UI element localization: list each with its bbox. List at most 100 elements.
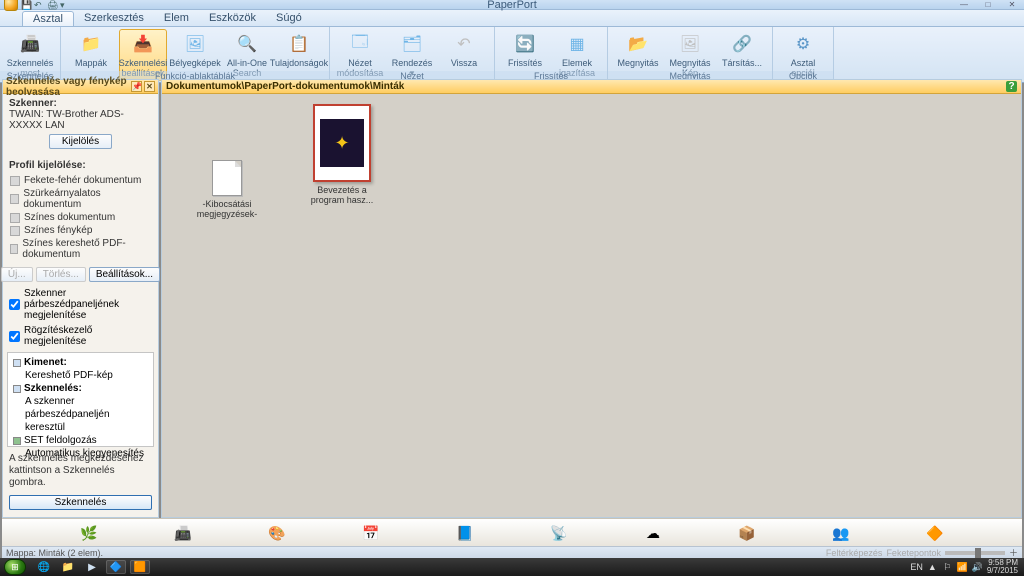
zoom-slider[interactable]	[945, 551, 1005, 555]
profile-icon	[10, 213, 20, 223]
status-label-2: Feketepontok	[886, 548, 941, 558]
tray-network-icon[interactable]: 📶	[957, 562, 968, 573]
scan-instruction: A szkennelés megkezdéséhez kattintson a …	[3, 450, 158, 492]
folders-label: Mappák	[75, 58, 107, 68]
profile-label: Fekete-fehér dokumentum	[24, 175, 141, 186]
refresh-icon: 🔄	[513, 32, 537, 56]
view-edit-icon: 🗔	[348, 32, 372, 56]
calendar-icon[interactable]: 📅	[360, 523, 382, 545]
minimize-button[interactable]: —	[954, 0, 974, 10]
doc1-caption: -Kibocsátási megjegyzések-	[182, 199, 272, 219]
back-label: Vissza	[451, 58, 477, 68]
show-capture-manager-checkbox[interactable]: Rögzítéskezelő megjelenítése	[3, 323, 158, 349]
box-icon[interactable]: 📦	[736, 523, 758, 545]
thumbnails-icon: 🖼	[183, 32, 207, 56]
note-icon[interactable]: 📘	[454, 523, 476, 545]
tray-date: 9/7/2015	[987, 567, 1018, 575]
chk2-input[interactable]	[9, 331, 20, 342]
output-value: Kereshető PDF-kép	[13, 369, 148, 382]
new-profile-button[interactable]: Új...	[1, 267, 33, 282]
profile-icon	[10, 176, 20, 186]
doc2-caption: Bevezetés a program hasz...	[302, 185, 382, 205]
profile-item[interactable]: Színes dokumentum	[7, 211, 154, 224]
tray-action-icon[interactable]: ⚐	[942, 562, 953, 573]
people-icon[interactable]: 👥	[830, 523, 852, 545]
arrow-icon	[13, 359, 21, 367]
profile-item[interactable]: Szürkeárnyalatos dokumentum	[7, 187, 154, 211]
menu-asztal[interactable]: Asztal	[22, 11, 74, 26]
evernote-icon[interactable]: 🌿	[78, 523, 100, 545]
chk2-label: Rögzítéskezelő megjelenítése	[24, 325, 152, 347]
show-scanner-dialog-checkbox[interactable]: Szkenner párbeszédpaneljének megjeleníté…	[3, 286, 158, 323]
profile-label: Színes dokumentum	[24, 212, 115, 223]
cloud-icon[interactable]: ☁	[642, 523, 664, 545]
close-button[interactable]: ✕	[1002, 0, 1022, 10]
profile-item[interactable]: Színes kereshető PDF-dokumentum	[7, 237, 154, 261]
output-heading: Kimenet:	[24, 356, 67, 369]
main-menu: Asztal Szerkesztés Elem Eszközök Súgó	[0, 10, 1024, 27]
profile-item[interactable]: Fekete-fehér dokumentum	[7, 174, 154, 187]
scanner-icon[interactable]: 📠	[172, 523, 194, 545]
status-bar: Mappa: Minták (2 elem). Feltérképezés Fe…	[2, 546, 1022, 558]
taskbar-app1[interactable]: 🔷	[106, 560, 126, 574]
tray-flag-icon[interactable]: ▲	[927, 562, 938, 573]
status-text: Mappa: Minták (2 elem).	[6, 548, 103, 558]
desktop-area: Dokumentumok\PaperPort-dokumentumok\Mint…	[161, 79, 1022, 518]
menu-szerkesztes[interactable]: Szerkesztés	[74, 11, 154, 25]
app-icon[interactable]: 🔶	[924, 523, 946, 545]
tray-clock[interactable]: 9:58 PM 9/7/2015	[987, 559, 1020, 575]
properties-icon: 📋	[287, 32, 311, 56]
arrow-icon2	[13, 385, 21, 393]
set-icon	[13, 437, 21, 445]
ribbon: 📠Szkennelés mostSzkennelés📁Mappák📥Szkenn…	[0, 27, 1024, 83]
pair-icon: 🔗	[730, 32, 754, 56]
align-items-icon: ▦	[565, 32, 589, 56]
profile-item[interactable]: Színes fénykép	[7, 224, 154, 237]
profile-settings-button[interactable]: Beállítások...	[89, 267, 160, 282]
paint-icon[interactable]: 🎨	[266, 523, 288, 545]
scan-value: A szkenner párbeszédpaneljén keresztül	[13, 395, 148, 434]
desktop-options-icon: ⚙	[791, 32, 815, 56]
taskbar-media-icon[interactable]: ▶	[82, 560, 102, 574]
scanner-value: TWAIN: TW-Brother ADS-XXXXX LAN	[9, 109, 124, 131]
delete-profile-button[interactable]: Törlés...	[36, 267, 86, 282]
profile-label: Színes kereshető PDF-dokumentum	[22, 238, 151, 260]
open-imgview-icon: 🖼	[678, 32, 702, 56]
help-icon[interactable]: ?	[1006, 81, 1017, 92]
scan-heading: Szkennelés:	[24, 382, 82, 395]
properties-label: Tulajdonságok	[270, 58, 328, 68]
profile-label: Profil kijelölése:	[9, 160, 86, 171]
chk1-input[interactable]	[9, 299, 20, 310]
output-box: Kimenet: Kereshető PDF-kép Szkennelés: A…	[7, 352, 154, 447]
document-item-2[interactable]: ✦ Bevezetés a program hasz...	[302, 104, 382, 205]
panel-pin-icon[interactable]: 📌	[131, 81, 142, 92]
start-button[interactable]: ⊞	[4, 559, 26, 575]
select-scanner-button[interactable]: Kijelölés	[49, 134, 112, 149]
taskbar-ie-icon[interactable]: 🌐	[34, 560, 54, 574]
lang-indicator[interactable]: EN	[910, 562, 923, 572]
send-to-bar: 🌿 📠 🎨 📅 📘 📡 ☁ 📦 👥 🔶	[2, 518, 1022, 548]
window-title: PaperPort	[0, 0, 1024, 11]
windows-taskbar: ⊞ 🌐 📁 ▶ 🔷 🟧 EN ▲ ⚐ 📶 🔊 9:58 PM 9/7/2015	[0, 558, 1024, 576]
open-label: Megnyitás	[617, 58, 658, 68]
maximize-button[interactable]: □	[978, 0, 998, 10]
scan-button[interactable]: Szkennelés	[9, 495, 152, 510]
panel-close-icon[interactable]: ✕	[144, 81, 155, 92]
set-label: SET feldolgozás	[24, 434, 97, 447]
pair-label: Társítás...	[722, 58, 762, 68]
scan-settings-icon: 📥	[131, 32, 155, 56]
menu-sugo[interactable]: Súgó	[266, 11, 312, 25]
thumbnails-label: Bélyegképek	[169, 58, 221, 68]
tray-sound-icon[interactable]: 🔊	[972, 562, 983, 573]
status-label-1: Feltérképezés	[826, 548, 883, 558]
menu-elem[interactable]: Elem	[154, 11, 199, 25]
windows-logo-icon: ⊞	[11, 562, 19, 573]
taskbar-app2[interactable]: 🟧	[130, 560, 150, 574]
chk1-label: Szkenner párbeszédpaneljének megjeleníté…	[24, 288, 152, 321]
ftp-icon[interactable]: 📡	[548, 523, 570, 545]
sort-icon: 🗂	[400, 32, 424, 56]
menu-eszkozok[interactable]: Eszközök	[199, 11, 266, 25]
document-item-1[interactable]: -Kibocsátási megjegyzések-	[182, 160, 272, 219]
taskbar-explorer-icon[interactable]: 📁	[58, 560, 78, 574]
thumb-graphic-icon: ✦	[334, 133, 349, 154]
